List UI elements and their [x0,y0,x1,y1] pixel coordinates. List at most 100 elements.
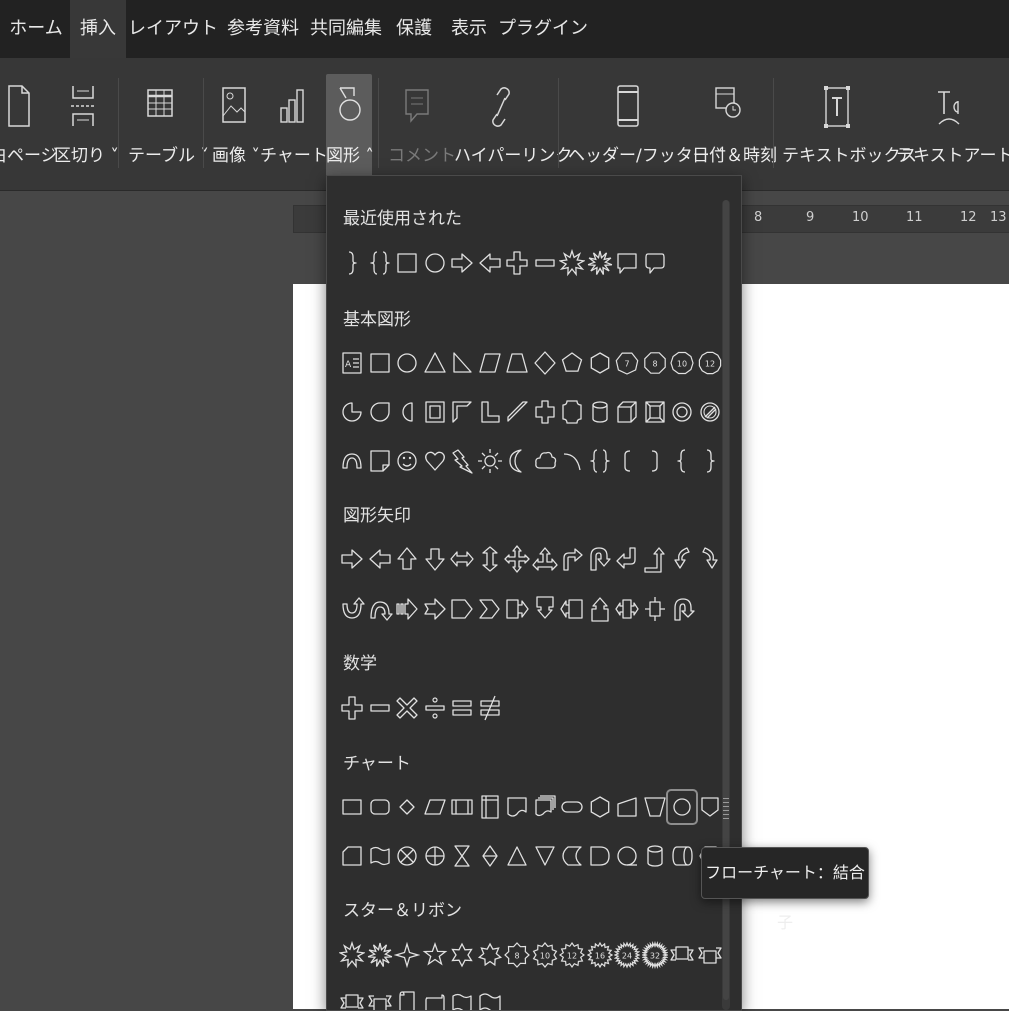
shape-flow-data-icon[interactable] [422,792,448,822]
shape-star-4-icon[interactable] [394,940,420,970]
shape-curved-ribbon-down-icon[interactable] [339,988,365,1010]
shape-flow-sequential-storage-icon[interactable] [614,841,640,871]
shape-left-arrow-callout-icon[interactable] [559,594,585,624]
shape-cloud-icon[interactable] [532,446,558,476]
textart-button[interactable]: テキストアート ˅ [896,74,1009,186]
shape-flow-document-icon[interactable] [504,792,530,822]
shape-flow-magnetic-disk-icon[interactable] [642,841,668,871]
datetime-button[interactable]: 日付＆時刻 [692,74,777,186]
shape-flow-alternate-process-icon[interactable] [367,792,393,822]
shape-folded-corner-icon[interactable] [367,446,393,476]
shape-triangle-icon[interactable] [422,348,448,378]
shape-explosion-1-icon[interactable] [339,940,365,970]
shape-math-not-equal-icon[interactable] [477,693,503,723]
shape-flow-summing-junction-icon[interactable] [394,841,420,871]
shape-arrow-up-down-icon[interactable] [477,544,503,574]
shape-right-bracket-icon[interactable] [642,446,668,476]
shape-flow-process-icon[interactable] [339,792,365,822]
shape-arrow-right-icon[interactable] [339,544,365,574]
shape-flow-manual-input-icon[interactable] [614,792,640,822]
shape-rect-icon[interactable] [367,348,393,378]
shape-pentagon-arrow-icon[interactable] [449,594,475,624]
shape-pentagon-icon[interactable] [559,348,585,378]
shape-curved-ribbon-up-icon[interactable] [367,988,393,1010]
shape-notched-right-arrow-icon[interactable] [422,594,448,624]
shape-left-right-arrow-callout-icon[interactable] [614,594,640,624]
shape-bevel-icon[interactable] [642,397,668,427]
hyperlink-button[interactable]: ハイパーリンク [454,74,572,186]
chart-button[interactable]: チャート ˅ [260,74,342,186]
shape-flow-multidocument-icon[interactable] [532,792,558,822]
shape-l-shape-icon[interactable] [477,397,503,427]
comment-button[interactable]: コメント [388,74,456,186]
shape-flow-preparation-icon[interactable] [587,792,613,822]
tab-home[interactable]: ホーム [2,0,70,58]
shape-curved-right-arrow-icon[interactable] [697,544,723,574]
shape-flow-terminator-icon[interactable] [559,792,585,822]
shape-math-divide-icon[interactable] [422,693,448,723]
shape-curved-up-arrow-icon[interactable] [339,594,365,624]
shape-lightning-icon[interactable] [449,446,475,476]
shape-can-icon[interactable] [587,397,613,427]
shape-flow-offpage-connector-icon[interactable] [697,792,723,822]
shape-arrow-left-icon[interactable] [367,544,393,574]
tab-layout[interactable]: レイアウト [126,0,220,58]
shape-button[interactable]: 図形 ˄ [326,74,374,186]
shape-hexagon-icon[interactable] [587,348,613,378]
shape-star-10-icon[interactable]: 10 [532,940,558,970]
tab-protect[interactable]: 保護 [386,0,442,58]
shape-half-frame-icon[interactable] [449,397,475,427]
shape-left-brace-icon[interactable] [669,446,695,476]
shape-flow-stored-data-icon[interactable] [559,841,585,871]
header-footer-button[interactable]: ヘッダー/フッター ˅ [568,74,724,186]
shape-flow-delay-icon[interactable] [587,841,613,871]
shape-star-8-icon[interactable]: 8 [504,940,530,970]
shape-chord-icon[interactable] [394,397,420,427]
image-button[interactable]: 画像 ˅ [212,74,260,186]
shape-dodecagon-12-icon[interactable]: 12 [697,348,723,378]
shape-star-32-icon[interactable]: 32 [641,940,668,970]
shape-bent-up-arrow-icon[interactable] [642,544,668,574]
shape-star-5-icon[interactable] [422,940,448,970]
shape-arrowL-icon[interactable] [477,248,503,278]
shape-flow-punched-tape-icon[interactable] [367,841,393,871]
shape-flow-direct-access-icon[interactable] [669,841,695,871]
shape-arrow-quad-icon[interactable] [504,544,530,574]
shape-pie-icon[interactable] [339,397,365,427]
shape-star-6-icon[interactable] [449,940,475,970]
shape-no-symbol-icon[interactable] [697,397,723,427]
shape-diamond-icon[interactable] [532,348,558,378]
shape-flow-card-icon[interactable] [339,841,365,871]
shape-flow-connector-icon[interactable] [666,789,698,825]
shape-ribbon-up-icon[interactable] [697,940,723,970]
shape-curved-left-arrow-icon[interactable] [669,544,695,574]
shape-circle-icon[interactable] [394,348,420,378]
shape-rbrace-icon[interactable] [339,248,365,278]
shape-rect-icon[interactable] [394,248,420,278]
shape-arrowR-icon[interactable] [449,248,475,278]
shape-octagon-8-icon[interactable]: 8 [642,348,668,378]
shape-arrow-down-icon[interactable] [422,544,448,574]
shape-callout-rect-icon[interactable] [614,248,640,278]
shape-flow-manual-operation-icon[interactable] [642,792,668,822]
shape-flow-or-icon[interactable] [422,841,448,871]
shape-ribbon-down-icon[interactable] [669,940,695,970]
shape-horizontal-scroll-icon[interactable] [422,988,448,1010]
shape-heart-icon[interactable] [422,446,448,476]
shape-diagonal-stripe-icon[interactable] [504,397,530,427]
shape-text-frame-icon[interactable]: A [339,348,365,378]
shape-chevron-icon[interactable] [477,594,503,624]
shape-down-arrow-callout-icon[interactable] [532,594,558,624]
break-button[interactable]: 区切り ˅ [54,74,119,186]
shape-cube-icon[interactable] [614,397,640,427]
shape-heptagon-7-icon[interactable]: 7 [614,348,640,378]
tab-references[interactable]: 参考資料 [220,0,306,58]
shape-right-triangle-icon[interactable] [449,348,475,378]
shape-math-equal-icon[interactable] [449,693,475,723]
shape-star-7-icon[interactable] [477,940,503,970]
tab-insert[interactable]: 挿入 [70,0,126,58]
shape-brace-icon[interactable] [367,248,393,278]
shape-right-brace-icon[interactable] [697,446,723,476]
shape-arrow-left-right-up-icon[interactable] [531,544,558,574]
shape-explosion-icon[interactable] [587,248,613,278]
